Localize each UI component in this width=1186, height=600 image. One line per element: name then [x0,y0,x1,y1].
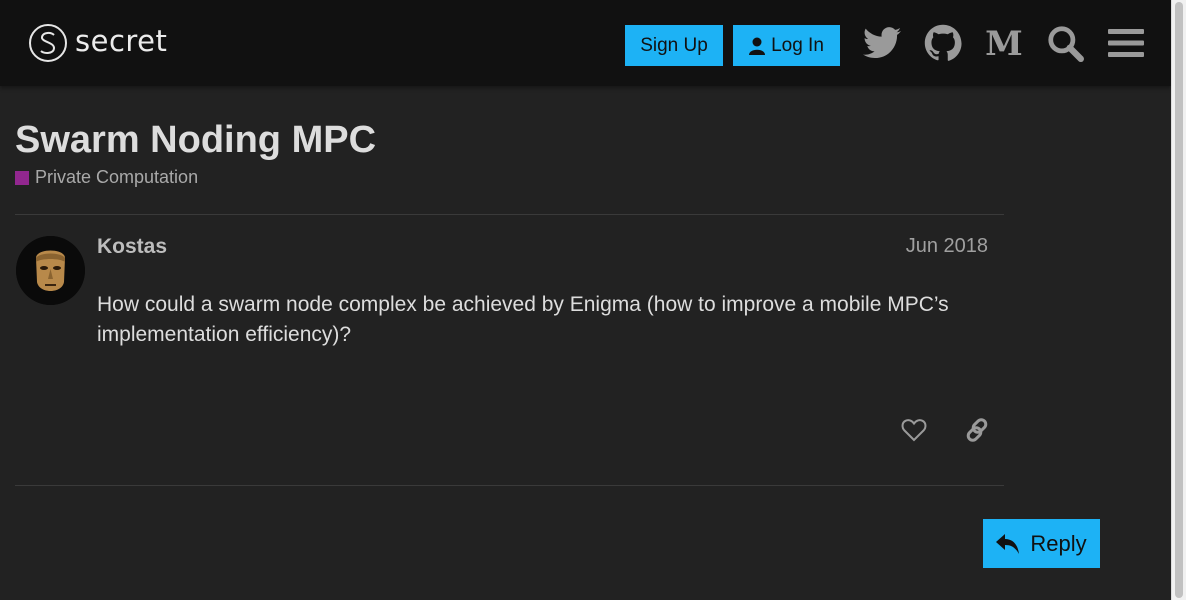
divider [15,485,1004,486]
heart-icon [901,419,927,442]
menu-icon[interactable] [1105,22,1147,64]
reply-button[interactable]: Reply [983,519,1100,568]
search-icon[interactable] [1044,22,1086,64]
secret-logo-icon [29,24,67,62]
site-logo[interactable]: secret [29,24,167,62]
post-author[interactable]: Kostas [97,235,167,259]
site-header: secret Sign Up Log In M [0,0,1171,86]
login-button[interactable]: Log In [733,25,840,66]
twitter-icon[interactable] [861,22,903,64]
reply-label: Reply [1030,530,1087,556]
scrollbar-thumb[interactable] [1175,2,1183,598]
medium-icon[interactable]: M [983,22,1025,64]
category-color-swatch [15,170,29,185]
category-badge[interactable]: Private Computation [15,167,198,188]
logo-text: secret [75,24,168,58]
post-body: How could a swarm node complex be achiev… [97,293,949,346]
divider [15,214,1004,215]
page-scrollbar[interactable] [1171,0,1186,600]
category-label: Private Computation [35,167,199,187]
post-date[interactable]: Jun 2018 [888,235,988,258]
svg-text:M: M [985,27,1023,59]
page-title[interactable]: Swarm Noding MPC [15,119,376,162]
signup-button[interactable]: Sign Up [625,25,723,66]
share-link-button[interactable] [959,412,995,448]
link-icon [966,418,988,442]
avatar[interactable] [16,236,85,305]
like-button[interactable] [896,412,932,448]
reply-icon [996,533,1020,554]
user-icon [749,37,766,55]
github-icon[interactable] [922,22,964,64]
login-label: Log In [771,34,824,56]
